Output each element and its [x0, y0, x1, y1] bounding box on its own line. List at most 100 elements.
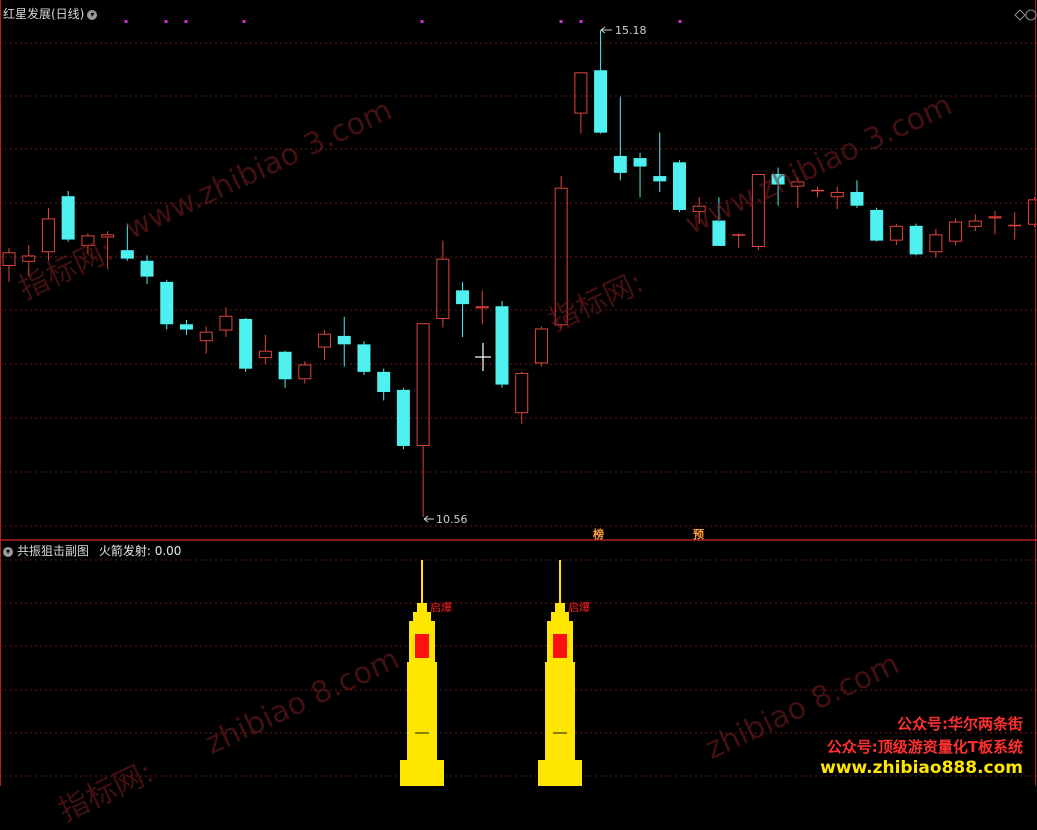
marker-badge-1: 榜 [593, 528, 604, 541]
candle-body [258, 350, 272, 359]
rocket-neck [413, 612, 431, 622]
marker-badge-2: 预 [693, 528, 704, 541]
collapse-chevron-icon[interactable]: ▾ [3, 546, 13, 557]
candle-body [278, 351, 292, 380]
rocket-base [538, 760, 582, 786]
rocket-label: 启爆 [430, 600, 452, 614]
candle [988, 210, 1002, 235]
candle-body [475, 306, 489, 309]
high-price-label: 15.18 [615, 24, 647, 37]
candle-body [337, 335, 351, 345]
options-circle-icon [1025, 9, 1037, 21]
candle-body [889, 225, 903, 241]
candle [436, 240, 450, 328]
candle [515, 371, 529, 424]
signal-dot [184, 20, 188, 23]
candle [219, 307, 233, 337]
candle-body [929, 234, 943, 253]
candle-body [811, 189, 825, 192]
rocket-body [545, 662, 575, 762]
rocket-tip [555, 603, 565, 613]
candle [337, 316, 351, 367]
candle-body [436, 258, 450, 319]
candle [594, 30, 608, 134]
candle-body [318, 333, 332, 348]
candle [239, 317, 253, 372]
candle-body [416, 323, 430, 446]
rocket-tip [417, 603, 427, 613]
candle-body [732, 234, 746, 236]
candle [1008, 212, 1022, 240]
candle [495, 300, 509, 388]
candle [278, 350, 292, 388]
candle-body [633, 158, 647, 167]
candle-body [396, 389, 410, 446]
candle-body [377, 371, 391, 392]
candle [61, 190, 75, 242]
candle [396, 387, 410, 450]
candle [318, 329, 332, 361]
candle-body [870, 209, 884, 241]
candle [732, 233, 746, 249]
candle [929, 228, 943, 258]
candle-body [968, 220, 982, 227]
signal-dot [678, 20, 682, 23]
candle-body [61, 196, 75, 240]
candle-body [988, 216, 1002, 219]
rocket-base [400, 760, 444, 786]
rocket-indicator-value: 火箭发射: 0.00 [98, 544, 182, 558]
candle [179, 320, 193, 335]
candle-body [850, 191, 864, 206]
candle-body [219, 315, 233, 331]
chevron-down-icon[interactable]: ▾ [87, 9, 98, 20]
rocket-antenna [421, 560, 423, 604]
sub-panel-title: 共振狙击副图 [17, 544, 90, 558]
rocket-label: 启爆 [568, 600, 590, 614]
rocket-window [415, 634, 429, 658]
candle [377, 368, 391, 401]
signal-dot [420, 20, 424, 23]
rocket-2: 启爆 [538, 560, 590, 786]
candle-body [120, 250, 134, 259]
candle-body [949, 221, 963, 242]
promo-line-2: 公众号:顶级游资量化T板系统 [826, 738, 1023, 756]
signal-dot [124, 20, 128, 23]
candle-body [140, 260, 154, 277]
crosshair-cursor [475, 343, 491, 371]
candle [811, 186, 825, 198]
candle [830, 186, 844, 209]
candle-body [239, 318, 253, 369]
candle [258, 334, 272, 365]
candle [968, 214, 982, 232]
signal-dot [242, 20, 246, 23]
rocket-indicators: 启爆 启爆 [400, 560, 590, 786]
candle [140, 255, 154, 285]
rocket-1: 启爆 [400, 560, 452, 786]
candle-body [495, 306, 509, 385]
promo-line-3: www.zhibiao888.com [820, 758, 1023, 778]
promo-line-1: 公众号:华尔两条街 [897, 715, 1023, 733]
stock-title: 红星发展(日线) [3, 7, 85, 21]
candle [653, 132, 667, 192]
candle [613, 96, 627, 181]
candle [909, 223, 923, 256]
signal-dot [579, 20, 583, 23]
candle-body [613, 155, 627, 173]
candle [160, 279, 174, 330]
candle [298, 361, 312, 384]
diamond-icon [1014, 9, 1026, 21]
candle [357, 341, 371, 376]
candle-body [160, 281, 174, 325]
candlestick-series [2, 30, 1037, 517]
rocket-antenna [559, 560, 561, 604]
candle-body [574, 72, 588, 114]
candle [850, 180, 864, 208]
rocket-neck [551, 612, 569, 622]
candle-body [2, 252, 16, 267]
candle-body [534, 328, 548, 364]
candle-body [909, 225, 923, 255]
window-corner-icons[interactable] [1014, 9, 1037, 21]
main-panel-header[interactable]: 红星发展(日线) ▾ [3, 5, 98, 22]
sub-panel-header[interactable]: ▾ 共振狙击副图 火箭发射: 0.00 [3, 542, 181, 559]
rocket-body [407, 662, 437, 762]
